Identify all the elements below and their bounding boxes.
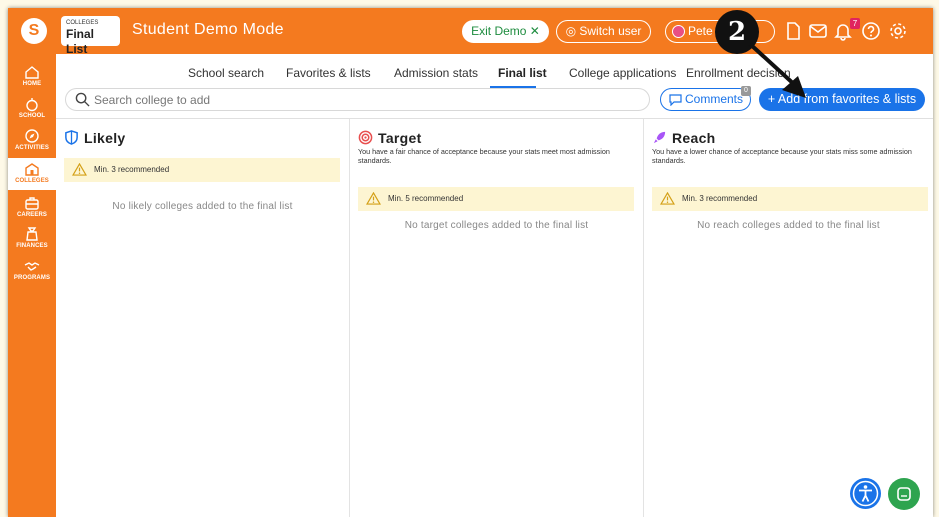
recommendation-banner: Min. 3 recommended xyxy=(64,158,340,182)
rocket-icon xyxy=(653,131,666,144)
target-column: Target You have a fair chance of accepta… xyxy=(349,119,643,517)
mail-icon[interactable] xyxy=(808,21,828,41)
recommendation-banner: Min. 5 recommended xyxy=(358,187,634,211)
briefcase-icon xyxy=(25,197,39,210)
sidebar-item-label: COLLEGES xyxy=(15,178,49,184)
sidebar-item-programs[interactable]: PROGRAMS xyxy=(8,258,56,286)
sidebar-item-label: PROGRAMS xyxy=(13,275,51,281)
sidebar-item-school[interactable]: SCHOOL xyxy=(8,96,56,124)
breadcrumb-page: Final List xyxy=(66,27,95,56)
page-title: Student Demo Mode xyxy=(132,21,284,38)
accessibility-button[interactable] xyxy=(850,478,881,509)
shield-icon xyxy=(65,130,78,145)
comments-label: Comments xyxy=(685,92,744,106)
warning-icon xyxy=(72,163,87,176)
recommendation-text: Min. 3 recommended xyxy=(682,194,758,203)
sidebar-item-label: CAREERS xyxy=(16,212,48,218)
app-logo[interactable]: S xyxy=(21,18,47,44)
column-title: Target xyxy=(358,130,422,146)
warning-icon xyxy=(366,192,381,205)
college-icon xyxy=(25,163,39,176)
empty-state-text: No reach colleges added to the final lis… xyxy=(697,220,880,231)
column-title-text: Reach xyxy=(672,130,716,146)
empty-state-text: No likely colleges added to the final li… xyxy=(112,201,293,212)
sidebar-item-home[interactable]: HOME xyxy=(8,64,56,92)
user-circle-icon: ◎ xyxy=(565,24,580,38)
sidebar-item-label: ACTIVITIES xyxy=(14,145,49,151)
breadcrumb[interactable]: COLLEGES Final List xyxy=(61,16,120,56)
help-icon[interactable] xyxy=(861,21,881,41)
tab-favorites-lists[interactable]: Favorites & lists xyxy=(286,66,371,80)
likely-column: Likely Min. 3 recommended No likely coll… xyxy=(56,119,349,517)
exit-demo-button[interactable]: Exit Demo ✕ xyxy=(462,20,549,43)
sidebar-item-label: FINANCES xyxy=(16,243,48,249)
switch-user-button[interactable]: ◎ Switch user xyxy=(556,20,651,43)
recommendation-text: Min. 5 recommended xyxy=(388,194,464,203)
tab-final-list[interactable]: Final list xyxy=(498,66,547,80)
avatar xyxy=(672,25,685,38)
column-title-text: Likely xyxy=(84,130,126,146)
column-title-text: Target xyxy=(378,130,422,146)
pointer-arrow-icon xyxy=(748,42,806,98)
user-name: Pete xyxy=(688,24,713,38)
search-bar[interactable] xyxy=(65,88,650,111)
sidebar-item-colleges[interactable]: COLLEGES xyxy=(8,158,56,190)
sidebar-item-activities[interactable]: ACTIVITIES xyxy=(8,128,56,156)
home-icon xyxy=(25,66,39,79)
empty-state-text: No target colleges added to the final li… xyxy=(404,220,589,231)
final-list-columns: Likely Min. 3 recommended No likely coll… xyxy=(56,118,933,517)
notification-badge: 7 xyxy=(850,18,860,29)
switch-user-label: Switch user xyxy=(579,24,642,38)
money-bag-icon xyxy=(26,227,38,241)
column-description: You have a lower chance of acceptance be… xyxy=(652,147,912,165)
comment-icon xyxy=(669,94,682,106)
accessibility-icon xyxy=(852,480,879,507)
chat-icon xyxy=(897,487,911,501)
sidebar-item-label: HOME xyxy=(22,81,42,87)
gear-icon[interactable] xyxy=(888,21,908,41)
app-window: S COLLEGES Final List Student Demo Mode … xyxy=(8,8,933,517)
chat-button[interactable] xyxy=(888,478,920,510)
sidebar-item-finances[interactable]: FINANCES xyxy=(8,226,56,254)
handshake-icon xyxy=(24,262,40,271)
document-icon[interactable] xyxy=(783,21,803,41)
warning-icon xyxy=(660,192,675,205)
sidebar-item-careers[interactable]: CAREERS xyxy=(8,195,56,223)
compass-icon xyxy=(25,129,39,143)
apple-icon xyxy=(26,98,38,112)
breadcrumb-section: COLLEGES xyxy=(66,20,99,26)
column-description: You have a fair chance of acceptance bec… xyxy=(358,147,610,165)
sidebar: HOME SCHOOL ACTIVITIES COLLEGES CAREERS … xyxy=(8,54,56,517)
column-title: Likely xyxy=(64,130,126,146)
tab-admission-stats[interactable]: Admission stats xyxy=(394,66,478,80)
reach-column: Reach You have a lower chance of accepta… xyxy=(643,119,933,517)
recommendation-text: Min. 3 recommended xyxy=(94,165,170,174)
tab-college-applications[interactable]: College applications xyxy=(569,66,676,80)
column-title: Reach xyxy=(652,130,716,146)
search-icon xyxy=(75,92,90,107)
search-input[interactable] xyxy=(94,91,634,109)
recommendation-banner: Min. 3 recommended xyxy=(652,187,928,211)
comments-button[interactable]: Comments xyxy=(660,88,751,111)
sidebar-item-label: SCHOOL xyxy=(18,113,46,119)
tab-school-search[interactable]: School search xyxy=(188,66,264,80)
target-icon xyxy=(358,130,373,145)
